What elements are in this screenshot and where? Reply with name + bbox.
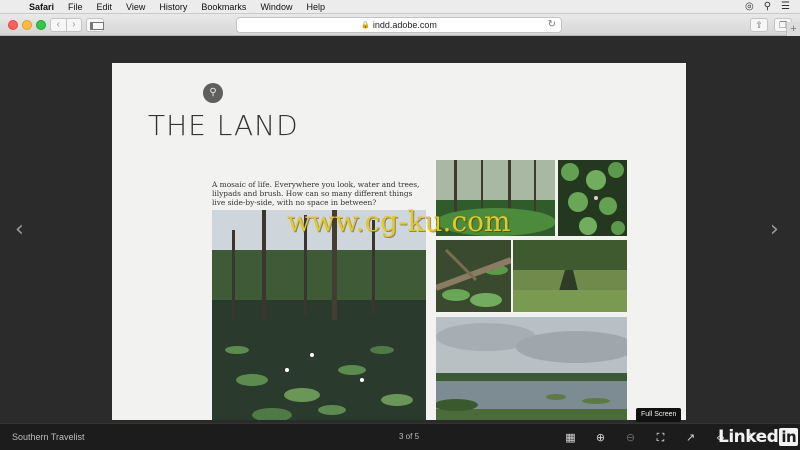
document-viewer: ‹ › ⚲ THE LAND A mosaic of life. Everywh… xyxy=(0,37,800,423)
menu-history[interactable]: History xyxy=(152,2,194,12)
lock-icon: 🔒 xyxy=(361,22,370,29)
menu-safari[interactable]: Safari xyxy=(22,2,61,12)
zoom-out-icon[interactable]: ⊖ xyxy=(620,429,641,446)
chevron-left-icon[interactable]: ‹ xyxy=(15,217,24,242)
document-title: Southern Travelist xyxy=(12,432,85,442)
sidebar-toggle-button[interactable] xyxy=(86,18,104,32)
grid-icon[interactable]: ▦ xyxy=(560,429,581,446)
marsh-grass-photo xyxy=(513,240,627,312)
creative-cloud-icon[interactable]: ◎ xyxy=(745,1,754,12)
reload-icon[interactable]: ↻ xyxy=(548,19,556,30)
address-bar[interactable]: 🔒 indd.adobe.com ↻ xyxy=(236,17,562,33)
logo-icon: ⚲ xyxy=(203,83,223,103)
new-tab-button[interactable]: + xyxy=(786,22,800,36)
linkedin-logo: Linked in xyxy=(718,427,799,447)
watermark-text: www.cg-ku.com xyxy=(287,205,511,238)
maximize-window-button[interactable] xyxy=(36,20,46,30)
swamp-photo xyxy=(212,210,426,420)
browser-toolbar: ‹ › 🔒 indd.adobe.com ↻ ⇧ ❐ xyxy=(0,14,800,36)
menu-bookmarks[interactable]: Bookmarks xyxy=(194,2,253,12)
search-icon[interactable]: ⚲ xyxy=(764,1,771,12)
document-page: ⚲ THE LAND A mosaic of life. Everywhere … xyxy=(112,63,686,420)
page-title: THE LAND xyxy=(148,109,299,142)
pond-photo xyxy=(436,317,627,420)
page-blurb: A mosaic of life. Everywhere you look, w… xyxy=(212,180,420,207)
zoom-in-icon[interactable]: ⊕ xyxy=(590,429,611,446)
share-icon[interactable]: ↗ xyxy=(680,429,701,446)
fullscreen-tooltip: Full Screen xyxy=(636,408,682,422)
lilypads-photo xyxy=(558,160,627,236)
menu-file[interactable]: File xyxy=(61,2,90,12)
list-icon[interactable]: ☰ xyxy=(781,1,790,12)
minimize-window-button[interactable] xyxy=(22,20,32,30)
linkedin-in: in xyxy=(779,428,799,446)
back-button[interactable]: ‹ xyxy=(51,19,67,31)
forward-button[interactable]: › xyxy=(67,19,82,31)
chevron-right-icon[interactable]: › xyxy=(770,217,779,242)
linkedin-word: Linked xyxy=(718,427,779,447)
history-nav: ‹ › xyxy=(50,18,82,32)
menu-view[interactable]: View xyxy=(119,2,152,12)
log-photo xyxy=(436,240,511,312)
menu-edit[interactable]: Edit xyxy=(90,2,120,12)
menu-help[interactable]: Help xyxy=(299,2,332,12)
menubar: Safari File Edit View History Bookmarks … xyxy=(0,0,800,14)
menu-window[interactable]: Window xyxy=(253,2,299,12)
viewer-bottom-bar: Southern Travelist 3 of 5 ▦ ⊕ ⊖ ⛶ ↗ ‹› ♪… xyxy=(0,423,800,450)
fullscreen-icon[interactable]: ⛶ xyxy=(650,429,671,446)
address-text: indd.adobe.com xyxy=(372,20,437,30)
close-window-button[interactable] xyxy=(8,20,18,30)
share-browser-button[interactable]: ⇧ xyxy=(750,18,768,32)
page-indicator: 3 of 5 xyxy=(399,432,420,441)
menubar-status: ◎ ⚲ ☰ xyxy=(745,1,800,12)
